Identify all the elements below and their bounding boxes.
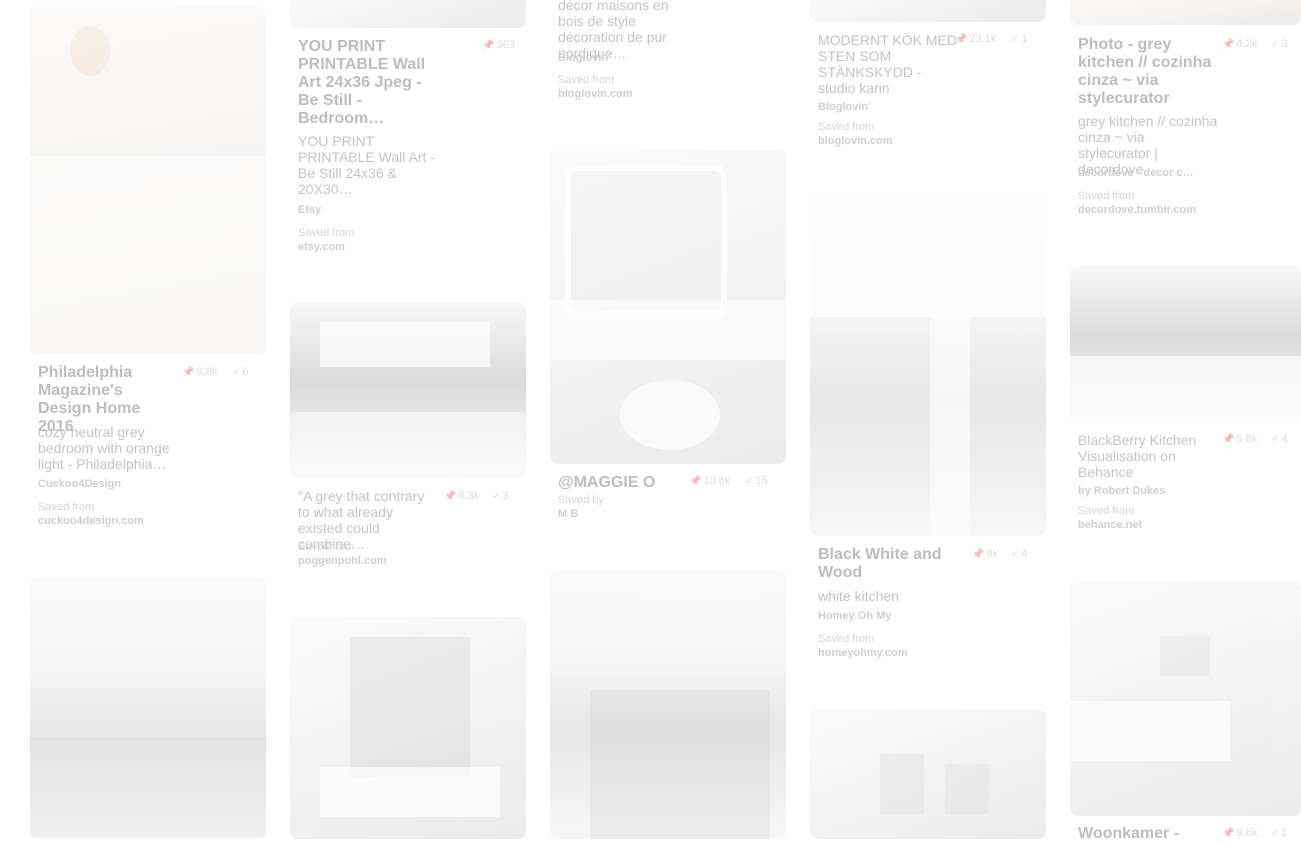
saved-from-label: Saved from [558, 74, 615, 86]
pin-image[interactable] [30, 6, 266, 354]
pin-image[interactable] [290, 0, 526, 28]
pin-icon: 📌 [182, 367, 195, 378]
repin-count: 📌 4.2k [1222, 38, 1258, 50]
pin-icon: 📌 [444, 491, 457, 502]
pin-image[interactable] [810, 197, 1046, 536]
pin-source[interactable]: Etsy [298, 204, 321, 216]
pin-description: white kitchen [818, 588, 899, 604]
like-count: ✓ 1 [1011, 33, 1028, 45]
pin-icon: 📌 [1222, 434, 1235, 445]
pin-source[interactable]: Bloglovin' [558, 52, 611, 64]
pin-source[interactable]: Homey Oh My [818, 610, 891, 622]
pin-source[interactable]: decordove - decor c… [1078, 167, 1194, 179]
saved-by-label: Saved by [558, 494, 604, 506]
check-icon: ✓ [1271, 39, 1280, 50]
like-count: ✓ 15 [745, 475, 768, 487]
pin-source[interactable]: Cuckoo4Design [38, 478, 121, 490]
pin-domain[interactable]: bloglovin.com [558, 88, 633, 100]
repin-count: 📌 363 [482, 39, 515, 51]
saved-from-label: Saved from [818, 633, 875, 645]
pin-grid: Philadelphia Magazine's Design Home 2016… [0, 0, 1301, 842]
repin-count: 📌 5.8k [1222, 433, 1258, 445]
repin-count: 📌 10.6k [689, 475, 731, 487]
check-icon: ✓ [1011, 549, 1020, 560]
pin-domain[interactable]: behance.net [1078, 519, 1142, 531]
pin-image[interactable] [550, 570, 786, 839]
pin-icon: 📌 [972, 549, 985, 560]
pin-title[interactable]: Black White and Wood [818, 546, 958, 582]
like-count: ✓ 6 [232, 366, 249, 378]
saved-from-label: Saved from [1078, 505, 1135, 517]
pin-domain[interactable]: bloglovin.com [818, 135, 893, 147]
pin-image[interactable] [290, 302, 526, 478]
pin-image[interactable] [810, 0, 1046, 22]
pin-source[interactable]: Bloglovin' [818, 101, 871, 113]
pin-domain[interactable]: cuckoo4design.com [38, 515, 144, 527]
pin-title[interactable]: BlackBerry Kitchen Visualisation on Beha… [1078, 432, 1218, 480]
like-count: ✓ 3 [492, 490, 509, 502]
pin-title[interactable]: @MAGGIE O [558, 474, 698, 492]
saved-from-label: Saved from [38, 501, 95, 513]
pin-domain[interactable]: etsy.com [298, 241, 345, 253]
check-icon: ✓ [1271, 828, 1280, 839]
saved-from-label: Saved from [298, 541, 355, 553]
pin-icon: 📌 [1222, 828, 1235, 839]
pin-image[interactable] [1070, 266, 1301, 422]
pin-image[interactable] [30, 577, 266, 839]
repin-count: 📌 9.8k [182, 366, 218, 378]
pin-image[interactable] [810, 709, 1046, 839]
pin-title[interactable]: Photo - grey kitchen // cozinha cinza ~ … [1078, 36, 1218, 108]
saver-name[interactable]: M B [558, 508, 578, 520]
pin-domain[interactable]: poggenpohl.com [298, 555, 387, 567]
pin-image[interactable] [1070, 0, 1301, 25]
pin-source[interactable]: by Robert Dukes [1078, 485, 1165, 497]
check-icon: ✓ [1011, 34, 1020, 45]
like-count: ✓ 3 [1271, 38, 1288, 50]
pin-domain[interactable]: decordove.tumblr.com [1078, 204, 1196, 216]
check-icon: ✓ [232, 367, 241, 378]
pin-description: cozy neutral grey bedroom with orange li… [38, 424, 170, 472]
pin-title[interactable]: Woonkamer - [1078, 825, 1228, 843]
pin-description: YOU PRINT PRINTABLE Wall Art - Be Still … [298, 133, 435, 197]
pin-icon: 📌 [955, 34, 968, 45]
pin-icon: 📌 [689, 476, 702, 487]
check-icon: ✓ [745, 476, 754, 487]
like-count: ✓ 4 [1011, 548, 1028, 560]
like-count: ✓ 1 [1271, 827, 1288, 839]
pin-title[interactable]: MODERNT KÖK MED STEN SOM STÄNKSKYDD - st… [818, 32, 958, 96]
repin-count: 📌 9.6k [1222, 827, 1258, 839]
pin-icon: 📌 [482, 40, 495, 51]
saved-from-label: Saved from [818, 121, 875, 133]
pin-image[interactable] [290, 617, 526, 839]
check-icon: ✓ [1271, 434, 1280, 445]
like-count: ✓ 4 [1271, 433, 1288, 445]
check-icon: ✓ [492, 491, 501, 502]
pin-icon: 📌 [1222, 39, 1235, 50]
pin-image[interactable] [1070, 581, 1301, 816]
pin-domain[interactable]: homeyohmy.com [818, 647, 908, 659]
saved-from-label: Saved from [1078, 190, 1135, 202]
pin-title[interactable]: YOU PRINT PRINTABLE Wall Art 24x36 Jpeg … [298, 38, 438, 128]
repin-count: 📌 23.1k [955, 33, 997, 45]
repin-count: 📌 8.3k [444, 490, 480, 502]
repin-count: 📌 9k [972, 548, 999, 560]
pin-image[interactable] [550, 150, 786, 464]
saved-from-label: Saved from [298, 227, 355, 239]
